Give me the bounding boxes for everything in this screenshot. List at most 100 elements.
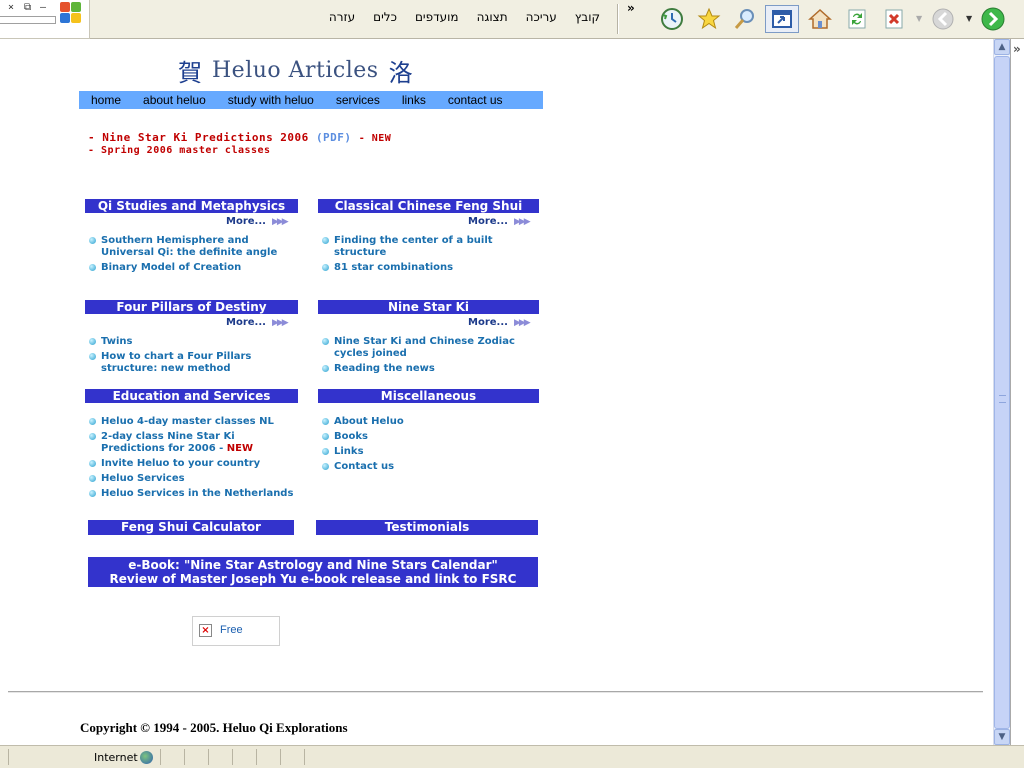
section-title[interactable]: Four Pillars of Destiny (85, 300, 298, 314)
pdf-link[interactable]: (PDF) (316, 131, 352, 144)
ebook-line-1: e-Book: "Nine Star Astrology and Nine St… (128, 558, 498, 572)
menu-file[interactable]: קובץ (575, 10, 600, 24)
new-badge: - NEW (358, 133, 392, 144)
news-item-predictions[interactable]: - Nine Star Ki Predictions 2006 (PDF) - … (88, 131, 391, 144)
security-zone-label: Internet (94, 751, 138, 764)
list-item[interactable]: Heluo Services in the Netherlands (89, 488, 294, 500)
windows-logo-icon (60, 2, 82, 24)
status-divider (8, 749, 9, 765)
back-icon[interactable] (979, 5, 1007, 33)
scroll-up-icon[interactable]: ▲ (994, 39, 1010, 55)
menu-tools[interactable]: כלים (373, 10, 397, 24)
list-item[interactable]: Finding the center of a built structure (322, 235, 522, 259)
nav-study[interactable]: study with heluo (216, 93, 314, 107)
nav-home[interactable]: home (79, 93, 121, 107)
list-item[interactable]: Links (322, 446, 522, 458)
chevron-down-icon[interactable]: ▼ (966, 14, 972, 23)
menu-help[interactable]: עזרה (329, 10, 355, 24)
logo-glyph-right: 洛 (388, 58, 413, 87)
scroll-down-icon[interactable]: ▼ (994, 729, 1010, 745)
section-title[interactable]: Education and Services (85, 389, 298, 403)
list-item[interactable]: Contact us (322, 461, 522, 473)
news-text[interactable]: - Nine Star Ki Predictions 2006 (88, 131, 309, 144)
menu-bar: קובץ עריכה תצוגה מועדפים כלים עזרה (329, 10, 600, 24)
forward-icon[interactable] (929, 5, 957, 33)
more-link[interactable]: More... ▶▶▶ (226, 216, 289, 227)
list-item[interactable]: Twins (89, 336, 289, 348)
section-list: About Heluo Books Links Contact us (322, 416, 522, 476)
more-link[interactable]: More... ▶▶▶ (226, 317, 289, 328)
testimonials-button[interactable]: Testimonials (316, 520, 538, 535)
status-divider (232, 749, 233, 765)
refresh-icon[interactable] (843, 5, 871, 33)
view-icon[interactable] (765, 5, 799, 33)
main-nav: home about heluo study with heluo servic… (79, 91, 543, 109)
status-divider (280, 749, 281, 765)
site-logo[interactable]: 賀 Heluo Articles 洛 (178, 54, 413, 87)
more-link[interactable]: More... ▶▶▶ (468, 216, 531, 227)
favorites-icon[interactable] (695, 5, 723, 33)
home-icon[interactable] (806, 5, 834, 33)
chevron-down-icon[interactable]: ▼ (916, 14, 922, 23)
more-arrow-icon: ▶▶▶ (271, 217, 289, 227)
section-title[interactable]: Miscellaneous (318, 389, 539, 403)
section-list: Finding the center of a built structure … (322, 235, 522, 277)
status-divider (208, 749, 209, 765)
list-item[interactable]: Nine Star Ki and Chinese Zodiac cycles j… (322, 336, 522, 360)
globe-icon (140, 751, 153, 764)
search-icon[interactable] (731, 5, 759, 33)
new-badge: NEW (226, 443, 254, 454)
address-field-edge (0, 16, 56, 24)
list-item[interactable]: Heluo Services (89, 473, 294, 485)
broken-image-link[interactable]: × Free (192, 616, 280, 646)
history-icon[interactable] (658, 5, 686, 33)
divider (8, 691, 983, 693)
status-divider (256, 749, 257, 765)
double-chevron-icon[interactable]: » (1013, 42, 1021, 56)
list-item[interactable]: How to chart a Four Pillars structure: n… (89, 351, 289, 375)
more-link[interactable]: More... ▶▶▶ (468, 317, 531, 328)
section-title[interactable]: Classical Chinese Feng Shui (318, 199, 539, 213)
news-text[interactable]: - Spring 2006 master classes (88, 145, 271, 156)
nav-about[interactable]: about heluo (131, 93, 206, 107)
menu-favorites[interactable]: מועדפים (415, 10, 459, 24)
section-list: Nine Star Ki and Chinese Zodiac cycles j… (322, 336, 522, 378)
nav-services[interactable]: services (324, 93, 380, 107)
chevron-icon[interactable]: » (627, 1, 635, 15)
section-list: Heluo 4-day master classes NL 2-day clas… (89, 416, 294, 503)
broken-image-icon: × (199, 624, 212, 637)
list-item[interactable]: Invite Heluo to your country (89, 458, 294, 470)
list-item[interactable]: Binary Model of Creation (89, 262, 289, 274)
feng-shui-calculator-button[interactable]: Feng Shui Calculator (88, 520, 294, 535)
section-list: Twins How to chart a Four Pillars struct… (89, 336, 289, 378)
restore-icon[interactable]: ⧉ (24, 2, 31, 13)
free-label: Free (220, 624, 243, 636)
list-item[interactable]: Reading the news (322, 363, 522, 375)
list-item[interactable]: About Heluo (322, 416, 522, 428)
nav-contact[interactable]: contact us (436, 93, 503, 107)
list-item[interactable]: 2-day class Nine Star Ki Predictions for… (89, 431, 294, 455)
menu-view[interactable]: תצוגה (477, 10, 508, 24)
section-title[interactable]: Nine Star Ki (318, 300, 539, 314)
minimize-icon[interactable]: – (40, 2, 46, 13)
stop-icon[interactable] (880, 5, 908, 33)
list-item[interactable]: Southern Hemisphere and Universal Qi: th… (89, 235, 289, 259)
more-arrow-icon: ▶▶▶ (513, 318, 531, 328)
status-divider (184, 749, 185, 765)
page-content: 賀 Heluo Articles 洛 home about heluo stud… (0, 39, 993, 745)
scroll-thumb[interactable] (994, 56, 1010, 729)
nav-links[interactable]: links (390, 93, 426, 107)
list-item[interactable]: 81 star combinations (322, 262, 522, 274)
ebook-banner[interactable]: e-Book: "Nine Star Astrology and Nine St… (88, 557, 538, 587)
toolbar-separator (617, 4, 619, 34)
ebook-line-2: Review of Master Joseph Yu e-book releas… (109, 572, 517, 586)
vertical-scrollbar[interactable]: ▲ ▼ (993, 39, 1010, 745)
menu-edit[interactable]: עריכה (526, 10, 557, 24)
section-title[interactable]: Qi Studies and Metaphysics (85, 199, 298, 213)
list-item[interactable]: Books (322, 431, 522, 443)
close-icon[interactable]: × (8, 2, 14, 13)
list-item[interactable]: Heluo 4-day master classes NL (89, 416, 294, 428)
news-item-classes[interactable]: - Spring 2006 master classes (88, 145, 271, 156)
logo-text: Heluo Articles (212, 57, 379, 83)
copyright-text: Copyright © 1994 - 2005. Heluo Qi Explor… (80, 720, 348, 735)
